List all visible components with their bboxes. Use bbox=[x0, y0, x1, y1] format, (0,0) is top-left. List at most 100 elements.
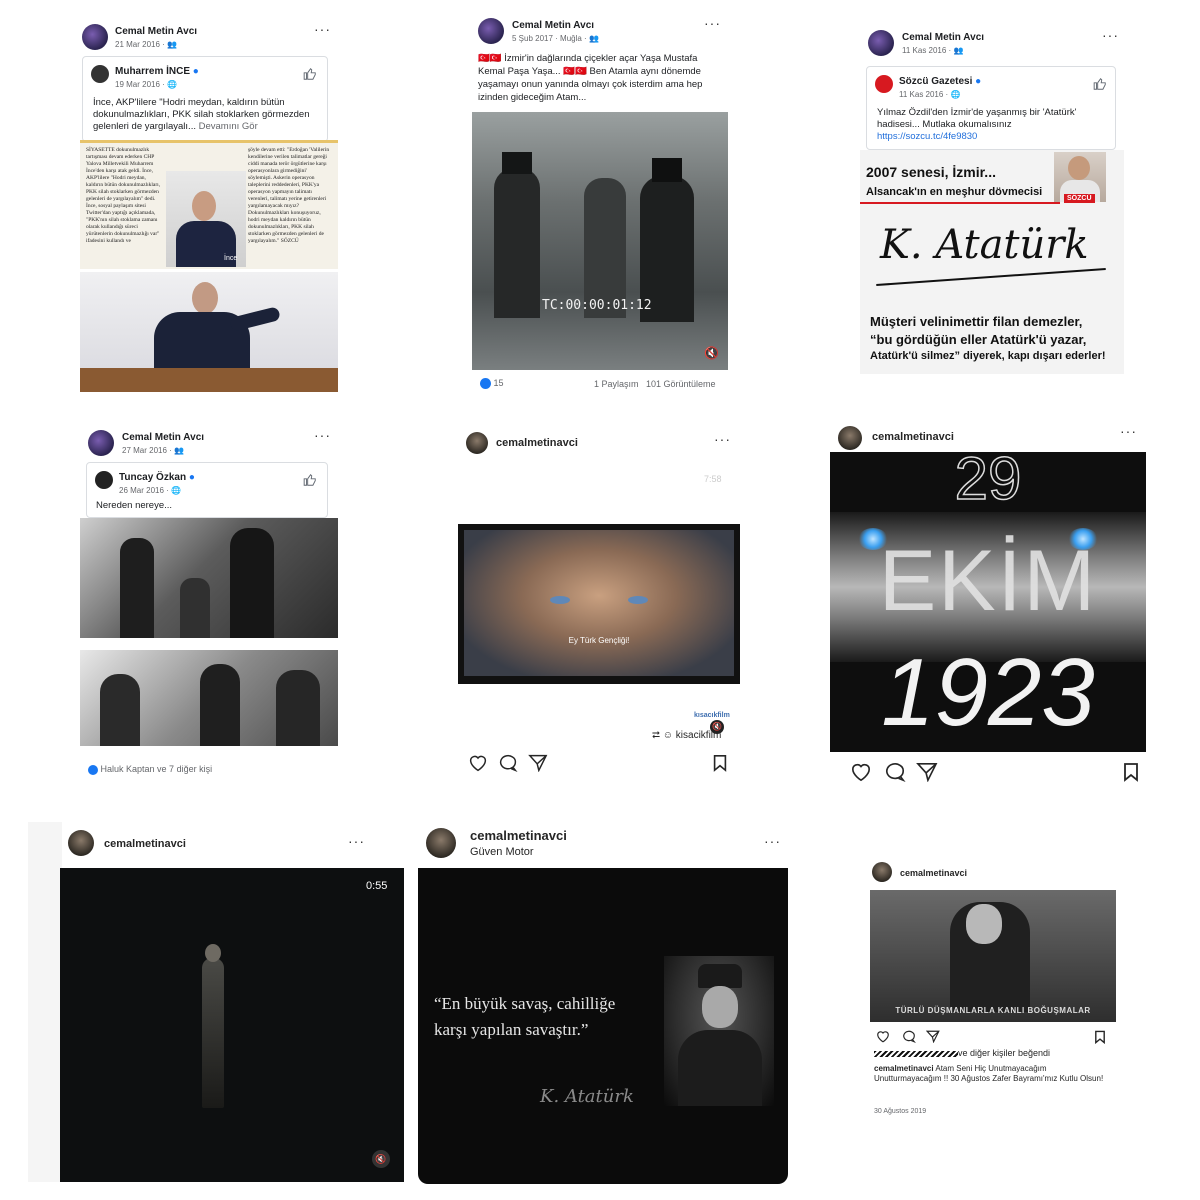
sozcu-article-image[interactable]: 2007 senesi, İzmir... Alsancak'ın en meş… bbox=[860, 150, 1124, 374]
more-options-button[interactable]: ··· bbox=[764, 834, 781, 848]
audience-icon: 👥 bbox=[953, 46, 964, 55]
shared-link[interactable]: https://sozcu.tc/4fe9830 bbox=[877, 131, 977, 143]
likes-summary[interactable]: ve diğer kişiler beğendi bbox=[874, 1048, 1050, 1058]
historical-classroom-photo[interactable] bbox=[80, 518, 338, 638]
shared-post-text: Yılmaz Özdil'den İzmir'de yaşanmış bir '… bbox=[877, 107, 1077, 130]
globe-icon: 🌐 bbox=[167, 80, 177, 89]
comment-icon[interactable] bbox=[884, 762, 906, 787]
shared-author-avatar[interactable] bbox=[95, 471, 113, 489]
more-options-button[interactable]: ··· bbox=[714, 432, 731, 446]
heart-icon[interactable] bbox=[468, 754, 488, 777]
author-avatar[interactable] bbox=[88, 430, 114, 456]
bookmark-icon[interactable] bbox=[1094, 1030, 1106, 1049]
shared-date-text: 11 Kas 2016 · bbox=[899, 90, 951, 99]
more-options-button[interactable]: ··· bbox=[1102, 28, 1119, 42]
post-text: 🇹🇷🇹🇷 İzmir'in dağlarında çiçekler açar Y… bbox=[478, 53, 703, 103]
user-avatar[interactable] bbox=[426, 828, 456, 858]
bookmark-icon[interactable] bbox=[1122, 762, 1140, 787]
modern-classroom-photo[interactable] bbox=[80, 650, 338, 746]
author-avatar[interactable] bbox=[478, 18, 504, 44]
user-avatar[interactable] bbox=[838, 426, 862, 450]
caption-username[interactable]: cemalmetinavci bbox=[874, 1064, 934, 1073]
ince-portrait: İnce bbox=[166, 171, 246, 267]
reaction-text: Haluk Kaptan ve 7 diğer kişi bbox=[100, 764, 213, 774]
shared-author-avatar[interactable] bbox=[91, 65, 109, 83]
post-date-text: 21 Mar 2016 · bbox=[115, 40, 168, 49]
repost-credit[interactable]: ⮂ ☺ kisacikfilm bbox=[652, 730, 721, 741]
username[interactable]: cemalmetinavci bbox=[470, 828, 567, 843]
author-avatar[interactable] bbox=[868, 30, 894, 56]
heart-icon[interactable] bbox=[850, 762, 872, 787]
reaction-count[interactable]: 15 bbox=[480, 378, 504, 390]
quote-signature: K. Atatürk bbox=[540, 1086, 634, 1107]
username[interactable]: cemalmetinavci bbox=[900, 868, 967, 878]
author-name[interactable]: Cemal Metin Avcı bbox=[512, 20, 594, 31]
year-number: 1923 bbox=[881, 639, 1095, 746]
heart-icon[interactable] bbox=[876, 1030, 890, 1048]
verified-icon: ● bbox=[975, 76, 982, 87]
silhouette-figure bbox=[202, 958, 224, 1108]
shared-post-text: Nereden nereye... bbox=[96, 500, 173, 511]
clipping-column-2: şöyle devam etti: "Erdoğan 'Valilerin ke… bbox=[248, 147, 330, 244]
likes-text: ve diğer kişiler beğendi bbox=[958, 1048, 1051, 1058]
post-8-card: cemalmetinavci Güven Motor ··· “En büyük… bbox=[418, 822, 788, 1184]
audience-icon: 👥 bbox=[167, 40, 177, 49]
post-9-card: cemalmetinavci TÜRLÜ DÜŞMANLARLA KANLI B… bbox=[866, 858, 1120, 1120]
post-1-card: Cemal Metin Avcı 21 Mar 2016 · 👥 ··· Muh… bbox=[78, 18, 340, 398]
more-options-button[interactable]: ··· bbox=[1120, 424, 1137, 438]
more-options-button[interactable]: ··· bbox=[348, 834, 365, 848]
thumbs-up-icon[interactable] bbox=[1093, 77, 1107, 96]
comment-icon[interactable] bbox=[498, 754, 518, 777]
bookmark-icon[interactable] bbox=[712, 754, 728, 777]
archival-video[interactable]: TC:00:00:01:12 🔇 bbox=[472, 112, 728, 370]
shared-author-name[interactable]: Tuncay Özkan ● bbox=[119, 472, 195, 483]
share-icon[interactable] bbox=[916, 762, 938, 787]
globe-icon: 🌐 bbox=[950, 90, 961, 99]
location-link[interactable]: Güven Motor bbox=[470, 846, 534, 858]
newspaper-clipping: SİYASETTE dokunulmazlık tartışması devam… bbox=[80, 140, 338, 269]
see-more-link[interactable]: Devamını Gör bbox=[199, 121, 258, 132]
reaction-summary[interactable]: Haluk Kaptan ve 7 diğer kişi bbox=[88, 764, 212, 775]
author-name[interactable]: Cemal Metin Avcı bbox=[902, 32, 984, 43]
photo-figure-3 bbox=[180, 578, 210, 638]
thumbs-up-icon[interactable] bbox=[303, 67, 317, 86]
speaker-arm bbox=[229, 306, 281, 332]
photo-figure-2 bbox=[230, 528, 274, 638]
user-avatar[interactable] bbox=[872, 862, 892, 882]
ince-speech-photo bbox=[80, 272, 338, 392]
sozcu-logo[interactable] bbox=[875, 75, 893, 93]
user-avatar[interactable] bbox=[466, 432, 488, 454]
more-options-button[interactable]: ··· bbox=[314, 22, 331, 36]
article-quote-3: Atatürk'ü silmez” diyerek, kapı dışarı e… bbox=[870, 350, 1106, 362]
author-name[interactable]: Cemal Metin Avcı bbox=[115, 26, 197, 37]
portrait-face bbox=[702, 986, 738, 1028]
shared-author-name[interactable]: Muharrem İNCE ● bbox=[115, 66, 199, 77]
share-icon[interactable] bbox=[925, 1030, 940, 1048]
quote-image[interactable]: “En büyük savaş, cahilliğe karşı yapılan… bbox=[418, 868, 788, 1184]
29-ekim-1923-image[interactable]: 29 EKİM 1923 bbox=[830, 452, 1146, 752]
share-icon[interactable] bbox=[528, 754, 548, 777]
video-duration: 7:58 bbox=[704, 474, 722, 484]
silhouette-video[interactable]: 0:55 🔇 bbox=[60, 868, 404, 1182]
shared-post-box: Sözcü Gazetesi ● 11 Kas 2016 · 🌐 Yılmaz … bbox=[866, 66, 1116, 150]
username[interactable]: cemalmetinavci bbox=[872, 431, 954, 443]
photo-figure-1 bbox=[120, 538, 154, 638]
quote-line-1: “En büyük savaş, cahilliğe bbox=[434, 994, 616, 1013]
more-options-button[interactable]: ··· bbox=[704, 16, 721, 30]
shared-author-name[interactable]: Sözcü Gazetesi ● bbox=[899, 76, 981, 87]
user-avatar[interactable] bbox=[68, 830, 94, 856]
share-count[interactable]: 1 Paylaşım bbox=[594, 379, 639, 389]
thumbs-up-icon[interactable] bbox=[303, 473, 317, 492]
author-avatar[interactable] bbox=[82, 24, 108, 50]
view-count[interactable]: 101 Görüntüleme bbox=[646, 379, 716, 389]
ataturk-video[interactable]: Ey Türk Gençliği! bbox=[458, 524, 740, 684]
mute-icon[interactable]: 🔇 bbox=[372, 1150, 390, 1168]
comment-icon[interactable] bbox=[902, 1030, 916, 1048]
username[interactable]: cemalmetinavci bbox=[496, 437, 578, 449]
mute-icon[interactable]: 🔇 bbox=[704, 346, 719, 360]
author-name[interactable]: Cemal Metin Avcı bbox=[122, 432, 204, 443]
shared-author-name-text: Sözcü Gazetesi bbox=[899, 76, 973, 87]
username[interactable]: cemalmetinavci bbox=[104, 838, 186, 850]
more-options-button[interactable]: ··· bbox=[314, 428, 331, 442]
ataturk-photo[interactable]: TÜRLÜ DÜŞMANLARLA KANLI BOĞUŞMALAR bbox=[870, 890, 1116, 1022]
